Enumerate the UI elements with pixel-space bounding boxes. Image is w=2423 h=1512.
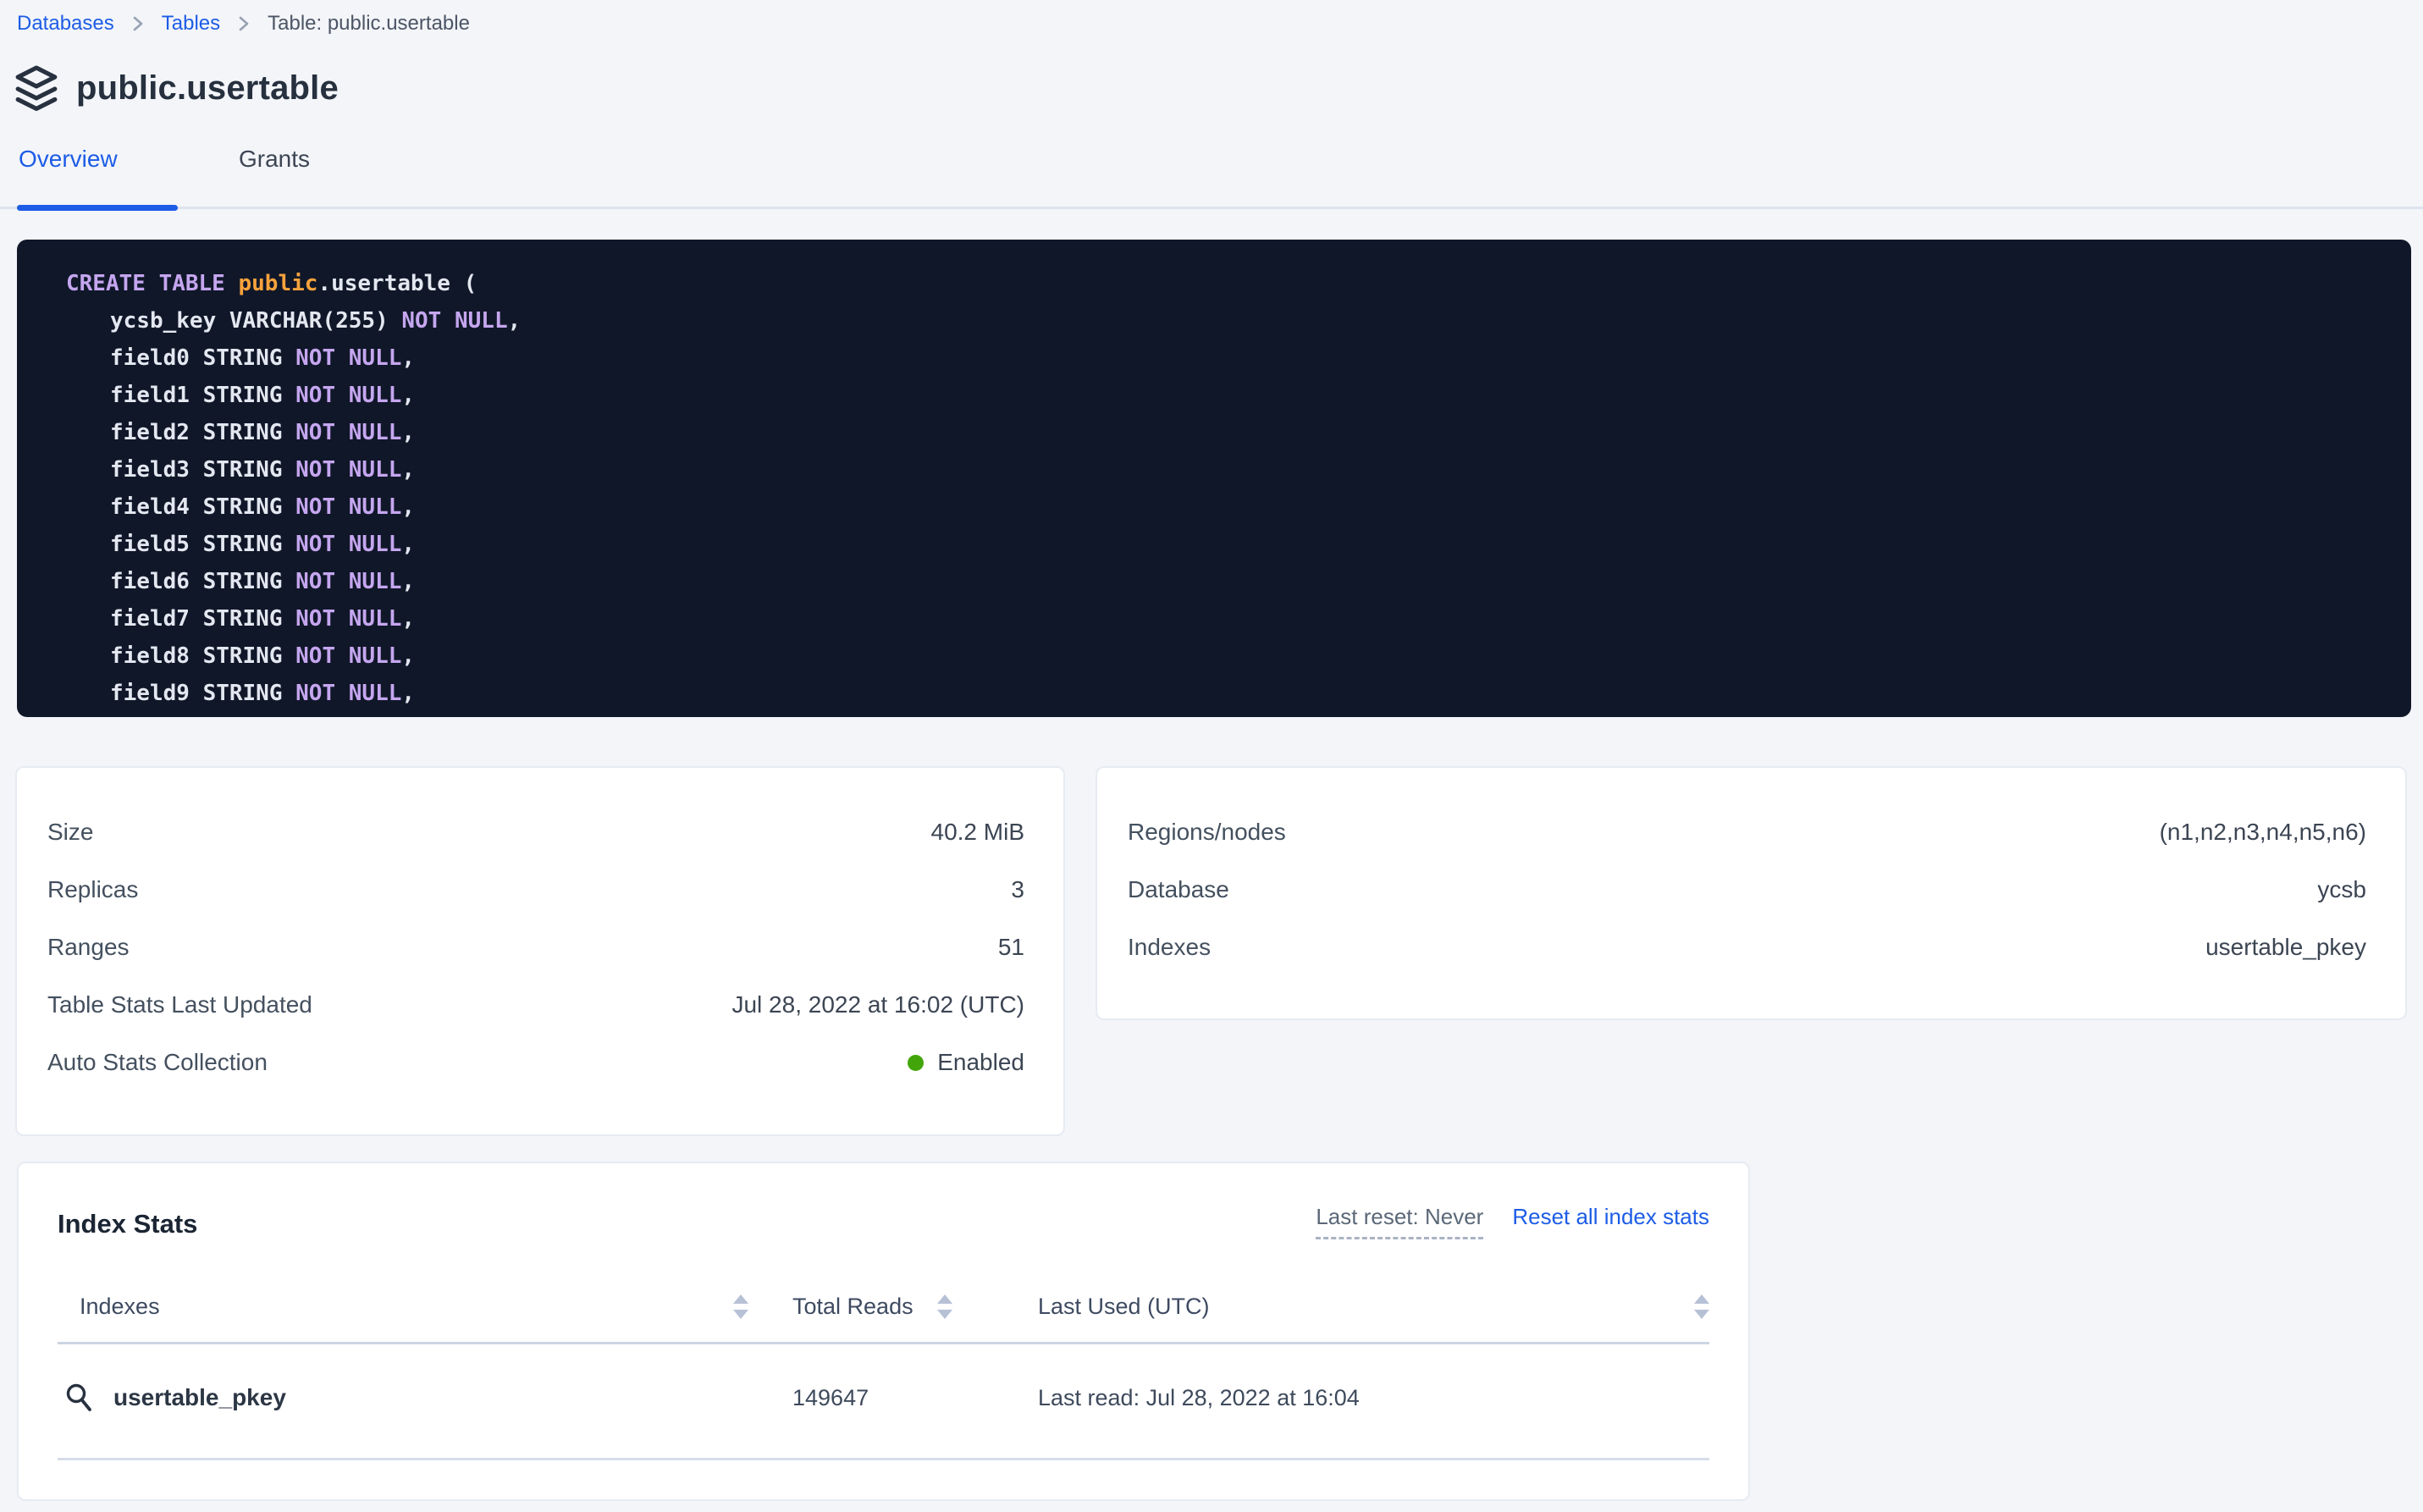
page-title: public.usertable [76, 69, 339, 108]
sql-code-line: field5 STRING NOT NULL, [66, 526, 2394, 563]
column-header-last-used[interactable]: Last Used (UTC) [1031, 1294, 1709, 1320]
sql-code-line: field3 STRING NOT NULL, [66, 451, 2394, 488]
chevron-right-icon [237, 14, 251, 34]
sql-code-line: field0 STRING NOT NULL, [66, 339, 2394, 377]
stat-row: Regions/nodes (n1,n2,n3,n4,n5,n6) [1128, 803, 2366, 861]
breadcrumb-tables[interactable]: Tables [162, 12, 220, 36]
tab-grants[interactable]: Grants [237, 146, 364, 207]
stat-row: Ranges 51 [47, 919, 1024, 976]
total-reads-cell: 149647 [748, 1385, 1031, 1411]
sql-code-line: field9 STRING NOT NULL, [66, 675, 2394, 712]
stat-label: Indexes [1128, 934, 1211, 961]
tab-overview[interactable]: Overview [17, 146, 144, 207]
stat-value: ycsb [2317, 876, 2366, 903]
sql-code-line: field4 STRING NOT NULL, [66, 488, 2394, 526]
stat-label: Size [47, 819, 93, 846]
sql-code-line: CREATE TABLE public.usertable ( [66, 265, 2394, 302]
index-stats-title: Index Stats [58, 1209, 197, 1239]
sort-icon[interactable] [937, 1294, 952, 1319]
table-details-card: Size 40.2 MiB Replicas 3 Ranges 51 Table Stats… [15, 766, 1065, 1136]
chevron-right-icon [131, 14, 145, 34]
tab-label: Overview [19, 146, 118, 172]
overview-cards: Size 40.2 MiB Replicas 3 Ranges 51 Table Stats… [15, 766, 2423, 1136]
index-table-header: Indexes Total Reads Last Used (UTC) [58, 1294, 1709, 1320]
stat-label: Replicas [47, 876, 138, 903]
sort-icon[interactable] [733, 1294, 748, 1319]
table-divider [58, 1458, 1709, 1460]
stat-value: 3 [1011, 876, 1024, 903]
column-header-indexes-label: Indexes [80, 1294, 160, 1320]
index-table-row: usertable_pkey 149647Last read: Jul 28, 2… [58, 1344, 1709, 1458]
last-reset-label[interactable]: Last reset: Never [1316, 1204, 1483, 1239]
column-header-last-used-label: Last Used (UTC) [1038, 1294, 1210, 1320]
stat-row: Replicas 3 [47, 861, 1024, 919]
tab-bar: Overview Grants [0, 146, 2423, 209]
breadcrumb: Databases Tables Table: public.usertable [0, 0, 2423, 36]
table-stack-icon [15, 65, 58, 111]
sql-code-line: field7 STRING NOT NULL, [66, 600, 2394, 637]
stat-value: 40.2 MiB [931, 819, 1025, 846]
last-used-cell: Last read: Jul 28, 2022 at 16:04 [1031, 1385, 1709, 1411]
column-header-indexes[interactable]: Indexes [80, 1294, 748, 1320]
sql-code-line: field8 STRING NOT NULL, [66, 637, 2394, 675]
stat-label: Regions/nodes [1128, 819, 1286, 846]
breadcrumb-databases[interactable]: Databases [17, 12, 114, 36]
stat-row: Auto Stats Collection Enabled [47, 1034, 1024, 1091]
index-name-cell[interactable]: usertable_pkey [58, 1382, 748, 1414]
breadcrumb-current: Table: public.usertable [268, 12, 470, 36]
stat-row: Indexes usertable_pkey [1128, 919, 2366, 976]
sort-icon[interactable] [1694, 1294, 1709, 1319]
active-tab-indicator [17, 205, 178, 211]
stat-label: Auto Stats Collection [47, 1049, 268, 1076]
tab-label: Grants [239, 146, 310, 172]
create-table-sql-block: CREATE TABLE public.usertable (ycsb_key … [17, 240, 2411, 717]
status-dot [908, 1055, 924, 1071]
column-header-total-reads[interactable]: Total Reads [748, 1294, 1031, 1320]
table-location-card: Regions/nodes (n1,n2,n3,n4,n5,n6) Database… [1096, 766, 2407, 1020]
stat-row: Table Stats Last Updated Jul 28, 2022 at … [47, 976, 1024, 1034]
index-stats-card: Index Stats Last reset: Never Reset all … [17, 1162, 1750, 1501]
column-header-total-reads-label: Total Reads [792, 1294, 913, 1320]
stat-value: 51 [998, 934, 1024, 961]
stat-value: (n1,n2,n3,n4,n5,n6) [2160, 819, 2366, 846]
sql-code-line: ycsb_key VARCHAR(255) NOT NULL, [66, 302, 2394, 339]
stat-label: Table Stats Last Updated [47, 991, 312, 1018]
stat-label: Ranges [47, 934, 130, 961]
stat-value: Jul 28, 2022 at 16:02 (UTC) [731, 991, 1024, 1018]
sql-code-line: field1 STRING NOT NULL, [66, 377, 2394, 414]
sql-code-line: field6 STRING NOT NULL, [66, 563, 2394, 600]
stat-label: Database [1128, 876, 1229, 903]
stat-value: usertable_pkey [2205, 934, 2366, 961]
reset-all-index-stats-link[interactable]: Reset all index stats [1512, 1204, 1709, 1230]
search-icon [64, 1382, 95, 1414]
index-name-link[interactable]: usertable_pkey [113, 1384, 286, 1411]
sql-code-line: field2 STRING NOT NULL, [66, 414, 2394, 451]
stat-row: Size 40.2 MiB [47, 803, 1024, 861]
page-header: public.usertable [15, 66, 2423, 110]
stat-row: Database ycsb [1128, 861, 2366, 919]
stat-value: Enabled [908, 1049, 1024, 1076]
